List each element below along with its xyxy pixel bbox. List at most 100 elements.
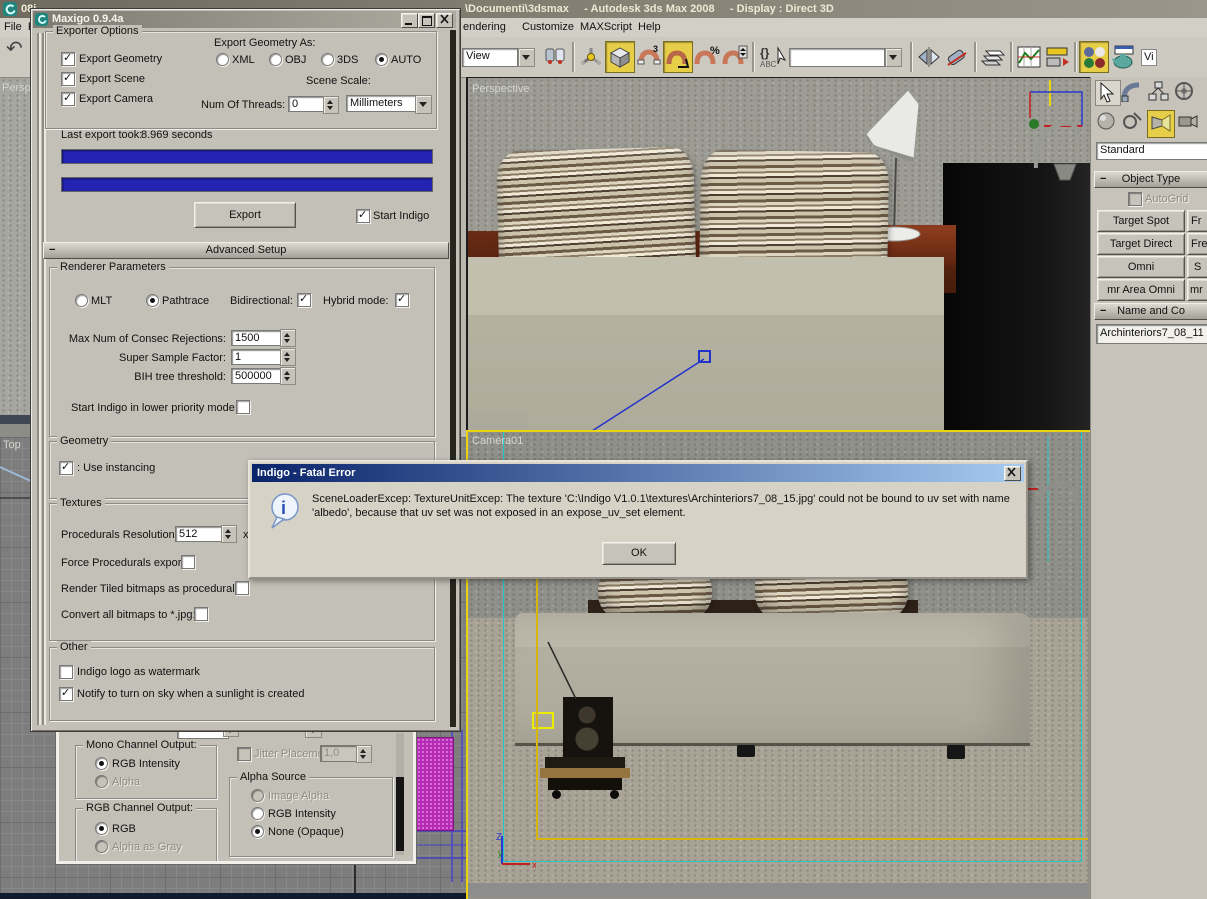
- num-threads-field[interactable]: 0: [288, 96, 326, 112]
- alpha-image-radio[interactable]: [251, 789, 264, 802]
- snap-cube-icon[interactable]: [605, 41, 635, 73]
- pathtrace-radio[interactable]: [146, 294, 159, 307]
- rgb-rgb-radio[interactable]: [95, 822, 108, 835]
- minimize-button[interactable]: [401, 13, 418, 28]
- start-indigo-checkbox[interactable]: [356, 209, 370, 223]
- tab-motion[interactable]: [1173, 80, 1197, 104]
- scene-scale-dropdown[interactable]: Millimeters: [346, 95, 420, 112]
- button-free-spot[interactable]: Fr: [1187, 210, 1207, 232]
- export-geometry-checkbox[interactable]: [61, 52, 75, 66]
- error-ok-button[interactable]: OK: [602, 542, 676, 565]
- category-lights-icon[interactable]: [1147, 110, 1175, 138]
- force-checkbox[interactable]: [181, 555, 195, 569]
- rejections-field[interactable]: 1500: [231, 330, 283, 346]
- percent-snap-icon[interactable]: %: [693, 42, 721, 72]
- supersample-spinner[interactable]: [280, 348, 296, 366]
- advanced-setup-rollout[interactable]: Advanced Setup: [43, 242, 449, 259]
- jitter-spinner[interactable]: [356, 745, 372, 763]
- procres-field[interactable]: 512: [175, 526, 225, 542]
- mono-rgb-radio[interactable]: [95, 757, 108, 770]
- alpha-rgbint-radio[interactable]: [251, 807, 264, 820]
- geom-xml-radio[interactable]: [216, 53, 229, 66]
- button-omni[interactable]: Omni: [1097, 256, 1185, 278]
- export-camera-checkbox[interactable]: [61, 92, 75, 106]
- material-editor-icon[interactable]: [1079, 41, 1109, 73]
- button-mr-area-omni[interactable]: mr Area Omni: [1097, 279, 1185, 301]
- persp-light-helper[interactable]: [584, 345, 734, 431]
- error-title-bar[interactable]: Indigo - Fatal Error: [252, 464, 1024, 482]
- mirror-icon[interactable]: [915, 42, 943, 72]
- category-shapes-icon[interactable]: [1121, 110, 1145, 134]
- geom-3ds-radio[interactable]: [321, 53, 334, 66]
- jitter-field[interactable]: 1,0: [320, 745, 360, 762]
- lowpri-checkbox[interactable]: [236, 400, 250, 414]
- bidirectional-checkbox[interactable]: [297, 293, 311, 307]
- spinner-snap-icon[interactable]: [721, 42, 749, 72]
- export-scene-checkbox[interactable]: [61, 72, 75, 86]
- instancing-checkbox[interactable]: [59, 461, 73, 475]
- button-free-direct[interactable]: Fre: [1187, 233, 1207, 255]
- mlt-radio[interactable]: [75, 294, 88, 307]
- menu-item-help[interactable]: Help: [638, 21, 661, 34]
- snap-3d-icon[interactable]: 3: [635, 42, 663, 72]
- geom-obj-radio[interactable]: [269, 53, 282, 66]
- name-color-rollout[interactable]: Name and Co: [1094, 303, 1207, 320]
- watermark-checkbox[interactable]: [59, 665, 73, 679]
- scene-scale-arrow[interactable]: [415, 95, 432, 114]
- viewport-perspective[interactable]: Perspective: [466, 77, 1090, 431]
- supersample-field[interactable]: 1: [231, 349, 283, 365]
- material-class-dropdown[interactable]: Standard: [1096, 142, 1207, 160]
- rgb-alphagray-radio[interactable]: [95, 840, 108, 853]
- mono-alpha-radio[interactable]: [95, 775, 108, 788]
- error-dialog[interactable]: Indigo - Fatal Error i SceneLoaderExcep:…: [248, 460, 1028, 579]
- align-icon[interactable]: [943, 42, 971, 72]
- rejections-spinner[interactable]: [280, 329, 296, 347]
- button-target-direct[interactable]: Target Direct: [1097, 233, 1185, 255]
- bitmap-output-dialog[interactable]: Mono Channel Output: RGB Intensity Alpha…: [56, 724, 416, 864]
- button-target-spot[interactable]: Target Spot: [1097, 210, 1185, 232]
- procres-spinner[interactable]: [221, 525, 237, 543]
- view-dropdown-arrow[interactable]: [518, 48, 535, 67]
- category-cameras-icon[interactable]: [1177, 110, 1201, 134]
- menu-item-customize[interactable]: Customize: [522, 21, 574, 34]
- alpha-none-radio[interactable]: [251, 825, 264, 838]
- transform-gizmo-icon[interactable]: [577, 42, 605, 72]
- schematic-view-icon[interactable]: [1043, 42, 1071, 72]
- num-threads-spinner[interactable]: [323, 96, 339, 114]
- named-selection-arrow[interactable]: [885, 48, 902, 67]
- curve-editor-icon[interactable]: [1015, 42, 1043, 72]
- button-skylight[interactable]: S: [1187, 256, 1207, 278]
- error-close-button[interactable]: [1004, 466, 1021, 481]
- named-selection-dropdown[interactable]: [789, 48, 885, 67]
- named-selection-sets-icon[interactable]: {}ABC: [757, 42, 789, 72]
- bih-spinner[interactable]: [280, 367, 296, 385]
- maximize-button[interactable]: [418, 13, 435, 28]
- geom-auto-radio[interactable]: [375, 53, 388, 66]
- tab-modify[interactable]: [1121, 80, 1145, 104]
- tab-create[interactable]: [1095, 80, 1121, 106]
- maxigo-dialog[interactable]: Maxigo 0.9.4a Exporter Options Export Ge…: [30, 8, 461, 732]
- notify-checkbox[interactable]: [59, 687, 73, 701]
- convert-checkbox[interactable]: [194, 607, 208, 621]
- autogrid-checkbox[interactable]: [1128, 192, 1142, 206]
- hybrid-checkbox[interactable]: [395, 293, 409, 307]
- maxigo-scroll-strip[interactable]: [450, 30, 456, 727]
- jitter-checkbox[interactable]: [237, 747, 251, 761]
- object-name-field[interactable]: Archinteriors7_08_11: [1096, 324, 1207, 344]
- angle-snap-icon[interactable]: [663, 41, 693, 73]
- undo-icon[interactable]: ↶: [6, 43, 23, 56]
- layers-icon[interactable]: [979, 42, 1007, 72]
- render-type-fragment[interactable]: Vi: [1141, 49, 1157, 66]
- button-mr-area-spot[interactable]: mr A: [1187, 279, 1207, 301]
- object-type-rollout[interactable]: Object Type: [1094, 171, 1207, 188]
- menu-item-rendering[interactable]: endering: [463, 21, 506, 34]
- pivot-center-icon[interactable]: [541, 42, 569, 72]
- view-dropdown[interactable]: View: [462, 48, 518, 67]
- tab-hierarchy[interactable]: [1147, 80, 1171, 104]
- output-scrollbar-thumb[interactable]: [396, 777, 404, 851]
- bih-field[interactable]: 500000: [231, 368, 283, 384]
- menu-item-maxscript[interactable]: MAXScript: [580, 21, 632, 34]
- render-setup-icon[interactable]: [1109, 42, 1137, 72]
- persp-selected-lamp-gizmo[interactable]: [1014, 78, 1088, 188]
- category-geometry-icon[interactable]: [1095, 110, 1119, 134]
